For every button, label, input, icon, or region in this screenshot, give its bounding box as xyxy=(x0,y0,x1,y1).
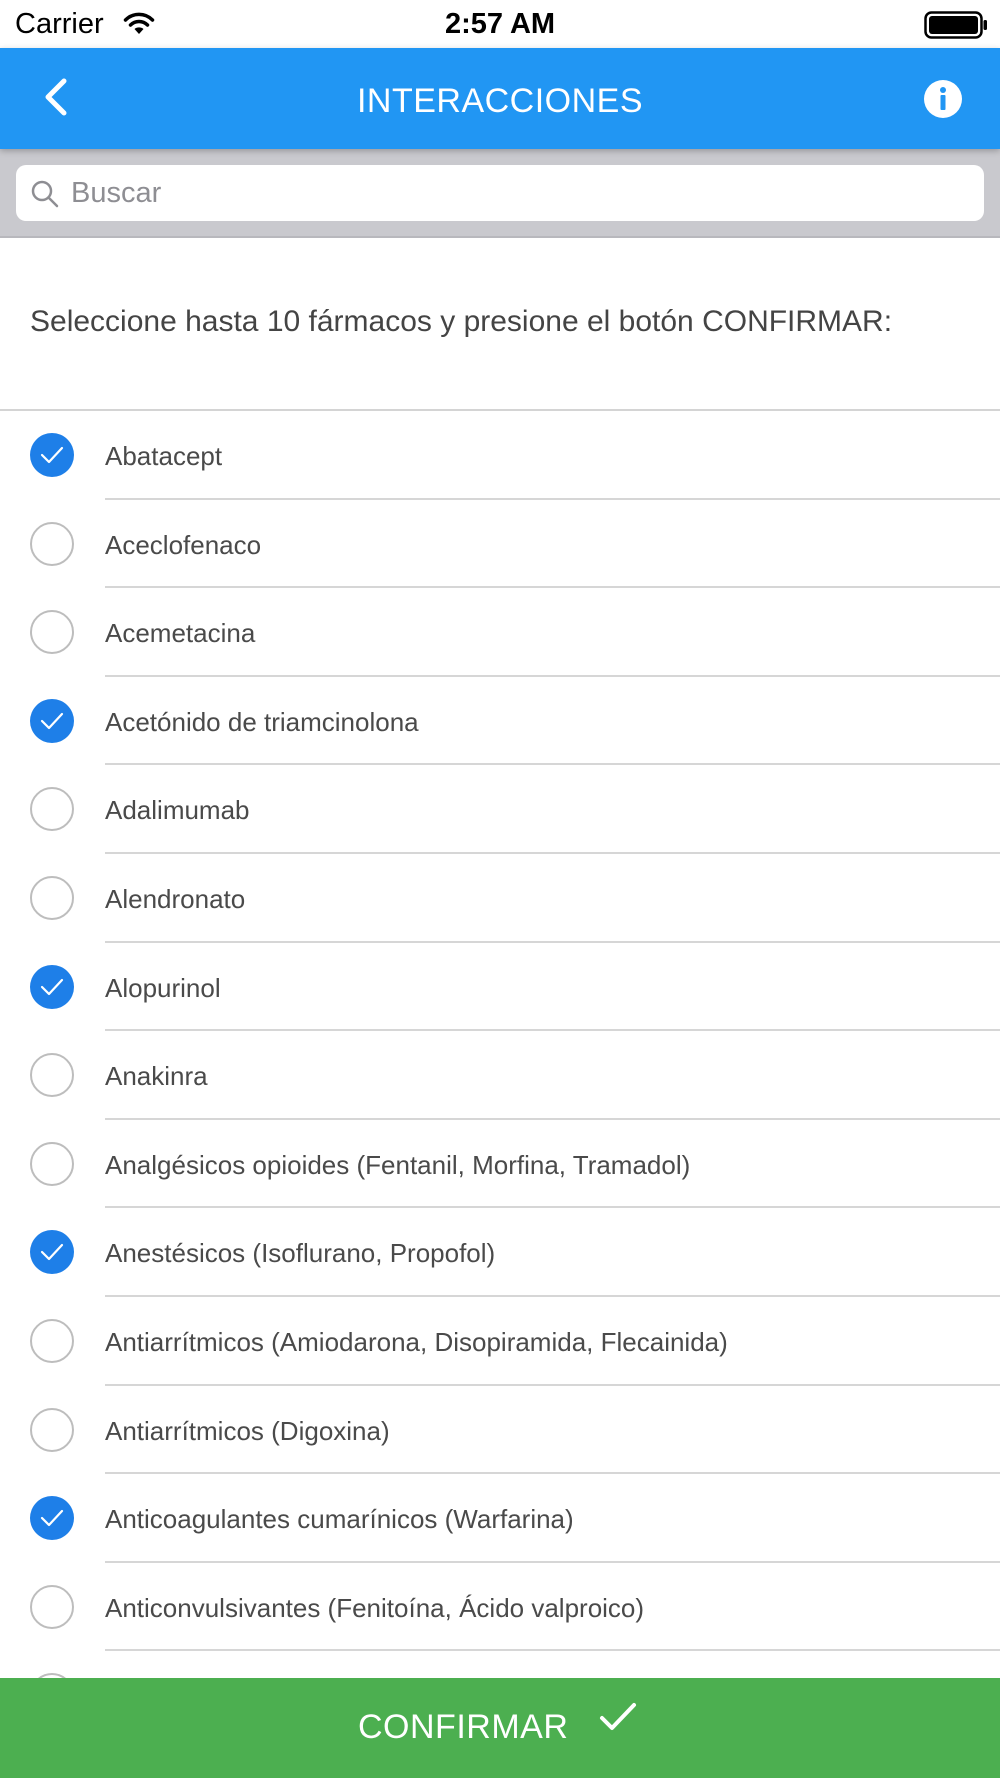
checkbox-unchecked-icon[interactable] xyxy=(30,787,74,832)
item-label: Aceclofenaco xyxy=(105,529,262,560)
list-item[interactable]: Antiarrítmicos (Digoxina) xyxy=(0,1386,1000,1475)
item-label: Anakinra xyxy=(105,1061,208,1092)
item-label: Alendronato xyxy=(105,883,246,914)
search-field[interactable] xyxy=(16,165,984,221)
list-item[interactable]: Anakinra xyxy=(0,1031,1000,1120)
list-item[interactable]: Alopurinol xyxy=(0,943,1000,1032)
checkbox-unchecked-icon[interactable] xyxy=(30,1407,74,1452)
item-label: Anestésicos (Isoflurano, Propofol) xyxy=(105,1238,496,1269)
checkbox-unchecked-icon[interactable] xyxy=(30,1584,74,1629)
nav-bar: INTERACCIONES xyxy=(0,48,1000,149)
list-item[interactable]: Anticoagulantes cumarínicos (Warfarina) xyxy=(0,1474,1000,1563)
item-label: Alopurinol xyxy=(105,972,221,1003)
drug-list[interactable]: Abatacept Aceclofenaco Acemetacina Acetónid… xyxy=(0,411,1000,1678)
item-label: Analgésicos opioides (Fentanil, Morfina,… xyxy=(105,1149,691,1180)
search-icon xyxy=(31,180,59,208)
checkmark-icon xyxy=(40,712,64,729)
battery-icon xyxy=(924,11,987,39)
item-label: Abatacept xyxy=(105,441,223,471)
search-input[interactable] xyxy=(71,173,961,213)
checkbox-checked-icon[interactable] xyxy=(30,698,74,743)
checkmark-icon xyxy=(40,978,64,995)
checkbox-checked-icon[interactable] xyxy=(30,964,74,1009)
list-item[interactable]: Acemetacina xyxy=(0,588,1000,677)
list-item[interactable]: Anestésicos (Isoflurano, Propofol) xyxy=(0,1208,1000,1297)
list-item[interactable]: Analgésicos opioides (Fentanil, Morfina,… xyxy=(0,1120,1000,1209)
item-label: Anticoagulantes cumarínicos (Warfarina) xyxy=(105,1504,574,1535)
list-item[interactable]: Acetónido de triamcinolona xyxy=(0,677,1000,766)
item-label: Anticonvulsivantes (Fenitoína, Ácido val… xyxy=(105,1592,645,1623)
status-bar: Carrier 2:57 AM xyxy=(0,0,1000,48)
checkbox-unchecked-icon[interactable] xyxy=(30,610,74,655)
item-label: Acemetacina xyxy=(105,618,256,649)
confirm-button[interactable]: CONFIRMAR xyxy=(0,1678,1000,1778)
list-item[interactable] xyxy=(0,1651,1000,1678)
checkbox-checked-icon[interactable] xyxy=(30,433,74,477)
checkbox-unchecked-icon[interactable] xyxy=(30,1141,74,1186)
list-item[interactable]: Antiarrítmicos (Amiodarona, Disopiramida… xyxy=(0,1297,1000,1386)
list-item[interactable]: Aceclofenaco xyxy=(0,500,1000,589)
item-label: Antiarrítmicos (Digoxina) xyxy=(105,1415,390,1446)
item-label: Antiarrítmicos (Amiodarona, Disopiramida… xyxy=(105,1326,728,1357)
item-label: Adalimumab xyxy=(105,795,250,826)
checkbox-unchecked-icon[interactable] xyxy=(30,521,74,566)
instruction-text: Seleccione hasta 10 fármacos y presione … xyxy=(30,305,893,338)
checkbox-unchecked-icon[interactable] xyxy=(30,1318,74,1363)
checkmark-icon xyxy=(40,446,64,464)
info-icon[interactable] xyxy=(923,79,963,119)
checkbox-unchecked-icon[interactable] xyxy=(30,875,74,920)
list-item[interactable]: Abatacept xyxy=(0,411,1000,500)
confirm-label: CONFIRMAR xyxy=(358,1708,569,1746)
list-item[interactable]: Anticonvulsivantes (Fenitoína, Ácido val… xyxy=(0,1563,1000,1652)
search-bar xyxy=(0,149,1000,238)
item-label: Acetónido de triamcinolona xyxy=(105,706,419,737)
checkbox-checked-icon[interactable] xyxy=(30,1496,74,1541)
checkbox-checked-icon[interactable] xyxy=(30,1230,74,1275)
list-item[interactable]: Adalimumab xyxy=(0,765,1000,854)
checkmark-icon xyxy=(40,1244,64,1261)
checkmark-icon xyxy=(40,1510,64,1527)
page-title: INTERACCIONES xyxy=(356,82,644,120)
clock: 2:57 AM xyxy=(444,8,556,40)
checkmark-icon xyxy=(600,1703,636,1730)
list-item[interactable]: Alendronato xyxy=(0,854,1000,943)
checkbox-unchecked-icon[interactable] xyxy=(30,1053,74,1098)
